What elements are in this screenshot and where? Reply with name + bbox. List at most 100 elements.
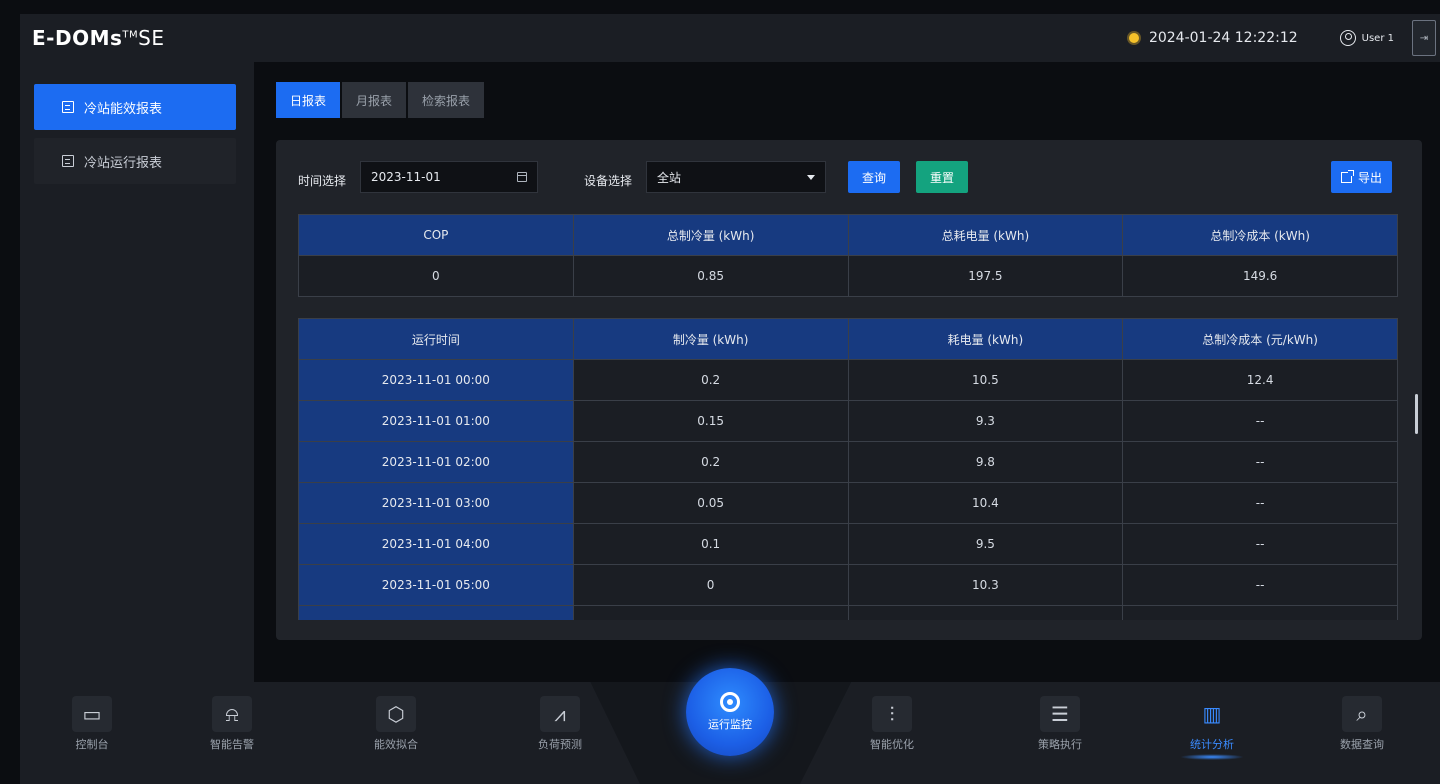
nav-smart-optimize[interactable]: ⫶ 智能优化 (852, 696, 932, 752)
summary-row: 0 0.85 197.5 149.6 (298, 255, 1398, 297)
sliders-icon: ⫶ (872, 696, 912, 732)
table-row: 2023-11-01 03:00 0.05 10.4 -- (298, 482, 1398, 524)
nav-label: 运行监控 (708, 718, 752, 731)
sidebar: 冷站能效报表 冷站运行报表 (20, 62, 254, 682)
nav-load-forecast[interactable]: ⩘ 负荷预测 (520, 696, 600, 752)
bar-chart-icon: ▥ (1202, 702, 1222, 726)
nav-label: 能效拟合 (374, 738, 418, 751)
sidebar-item-operation-report[interactable]: 冷站运行报表 (34, 138, 236, 184)
column-header: COP (298, 214, 574, 256)
total-cost-value: 149.6 (1122, 255, 1398, 297)
hexagon-check-icon: ⬡ (376, 696, 416, 732)
nav-strategy-exec[interactable]: ☰ 策略执行 (1020, 696, 1100, 752)
device-label: 设备选择 (584, 174, 633, 188)
column-header: 制冷量 (kWh) (572, 318, 849, 360)
nav-run-monitor[interactable]: 运行监控 (686, 668, 774, 756)
power-cell: 10.3 (847, 564, 1124, 606)
export-label: 导出 (1358, 170, 1383, 185)
cost-cell: 12.4 (1122, 359, 1398, 401)
sidebar-item-energy-report[interactable]: 冷站能效报表 (34, 84, 236, 130)
nav-label: 统计分析 (1190, 738, 1234, 751)
tab-daily[interactable]: 日报表 (276, 82, 341, 118)
logout-icon[interactable]: ⇥ (1412, 20, 1436, 56)
time-cell: 2023-11-01 05:00 (298, 564, 574, 606)
top-bar: E-DOMsTMSE 2024-01-24 12:22:12 User 1 ⇥ (20, 14, 1440, 62)
monitor-icon: ▭ (72, 696, 112, 732)
filter-bar: 时间选择 2023-11-01 设备选择 全站 查询 重置 导出 (276, 140, 1422, 212)
cooling-cell (572, 605, 849, 620)
active-indicator (1180, 754, 1244, 760)
table-row (298, 605, 1398, 620)
cooling-cell: 0.05 (572, 482, 849, 524)
export-icon (1341, 169, 1354, 183)
nav-efficiency-fit[interactable]: ⬡ 能效拟合 (356, 696, 436, 752)
total-cooling-value: 0.85 (572, 255, 849, 297)
time-cell: 2023-11-01 01:00 (298, 400, 574, 442)
user-icon[interactable] (1339, 30, 1356, 46)
time-label: 时间选择 (298, 174, 347, 188)
column-header: 总制冷成本 (kWh) (1122, 214, 1398, 256)
power-cell: 9.5 (847, 523, 1124, 565)
table-row: 2023-11-01 02:00 0.2 9.8 -- (298, 441, 1398, 483)
power-cell: 9.3 (847, 400, 1124, 442)
summary-table: COP 总制冷量 (kWh) 总耗电量 (kWh) 总制冷成本 (kWh) 0 … (298, 214, 1398, 297)
cooling-cell: 0.2 (572, 441, 849, 483)
detail-table: 运行时间 制冷量 (kWh) 耗电量 (kWh) 总制冷成本 (元/kWh) 2… (298, 318, 1398, 620)
monitor-eye-icon (720, 692, 740, 712)
time-cell: 2023-11-01 00:00 (298, 359, 574, 401)
calendar-icon[interactable] (517, 172, 527, 182)
table-row: 2023-11-01 01:00 0.15 9.3 -- (298, 400, 1398, 442)
cost-cell (1122, 605, 1398, 620)
search-list-icon: ⌕ (1342, 696, 1382, 732)
power-cell: 10.4 (847, 482, 1124, 524)
column-header: 总耗电量 (kWh) (847, 214, 1124, 256)
list-icon: ☰ (1040, 696, 1080, 732)
detail-table-scroll[interactable]: 运行时间 制冷量 (kWh) 耗电量 (kWh) 总制冷成本 (元/kWh) 2… (298, 318, 1398, 620)
cop-value: 0 (298, 255, 574, 297)
date-picker[interactable]: 2023-11-01 (360, 161, 538, 193)
sidebar-item-label: 冷站运行报表 (84, 155, 163, 171)
device-select[interactable]: 全站 (646, 161, 826, 193)
column-header: 总制冷量 (kWh) (572, 214, 849, 256)
cost-cell: -- (1122, 523, 1398, 565)
nav-label: 智能告警 (210, 738, 254, 751)
topbar-right: 2024-01-24 12:22:12 User 1 ⇥ (1125, 14, 1440, 62)
table-scrollbar[interactable] (1415, 394, 1418, 434)
nav-data-query[interactable]: ⌕ 数据查询 (1322, 696, 1402, 752)
nav-console[interactable]: ▭ 控制台 (52, 696, 132, 752)
nav-statistics[interactable]: ▥ 统计分析 (1172, 696, 1252, 760)
nav-label: 控制台 (75, 738, 109, 751)
report-icon (62, 155, 74, 167)
column-header: 耗电量 (kWh) (847, 318, 1124, 360)
table-row: 2023-11-01 05:00 0 10.3 -- (298, 564, 1398, 606)
cooling-cell: 0.15 (572, 400, 849, 442)
user-name[interactable]: User 1 (1362, 33, 1394, 44)
cost-cell: -- (1122, 482, 1398, 524)
table-row: 2023-11-01 04:00 0.1 9.5 -- (298, 523, 1398, 565)
nav-label: 策略执行 (1038, 738, 1082, 751)
detail-header-row: 运行时间 制冷量 (kWh) 耗电量 (kWh) 总制冷成本 (元/kWh) (298, 318, 1398, 360)
query-button[interactable]: 查询 (848, 161, 901, 193)
tab-search[interactable]: 检索报表 (408, 82, 485, 118)
time-cell: 2023-11-01 04:00 (298, 523, 574, 565)
device-value: 全站 (657, 170, 682, 185)
cost-cell: -- (1122, 564, 1398, 606)
report-tabs: 日报表 月报表 检索报表 (276, 82, 486, 118)
sun-icon (1125, 29, 1143, 47)
total-power-value: 197.5 (847, 255, 1124, 297)
tab-monthly[interactable]: 月报表 (342, 82, 407, 118)
export-button[interactable]: 导出 (1331, 161, 1393, 193)
sidebar-item-label: 冷站能效报表 (84, 101, 163, 117)
chevron-down-icon[interactable] (807, 175, 815, 180)
column-header: 运行时间 (298, 318, 574, 360)
power-cell: 9.8 (847, 441, 1124, 483)
reset-button[interactable]: 重置 (916, 161, 969, 193)
report-icon (62, 101, 74, 113)
time-cell: 2023-11-01 03:00 (298, 482, 574, 524)
cost-cell: -- (1122, 400, 1398, 442)
power-cell (847, 605, 1124, 620)
report-panel: 时间选择 2023-11-01 设备选择 全站 查询 重置 导出 COP 总制冷… (276, 140, 1422, 640)
logo-main: E-DOMs (32, 26, 123, 50)
power-cell: 10.5 (847, 359, 1124, 401)
nav-smart-alarm[interactable]: ⍾ 智能告警 (192, 696, 272, 752)
